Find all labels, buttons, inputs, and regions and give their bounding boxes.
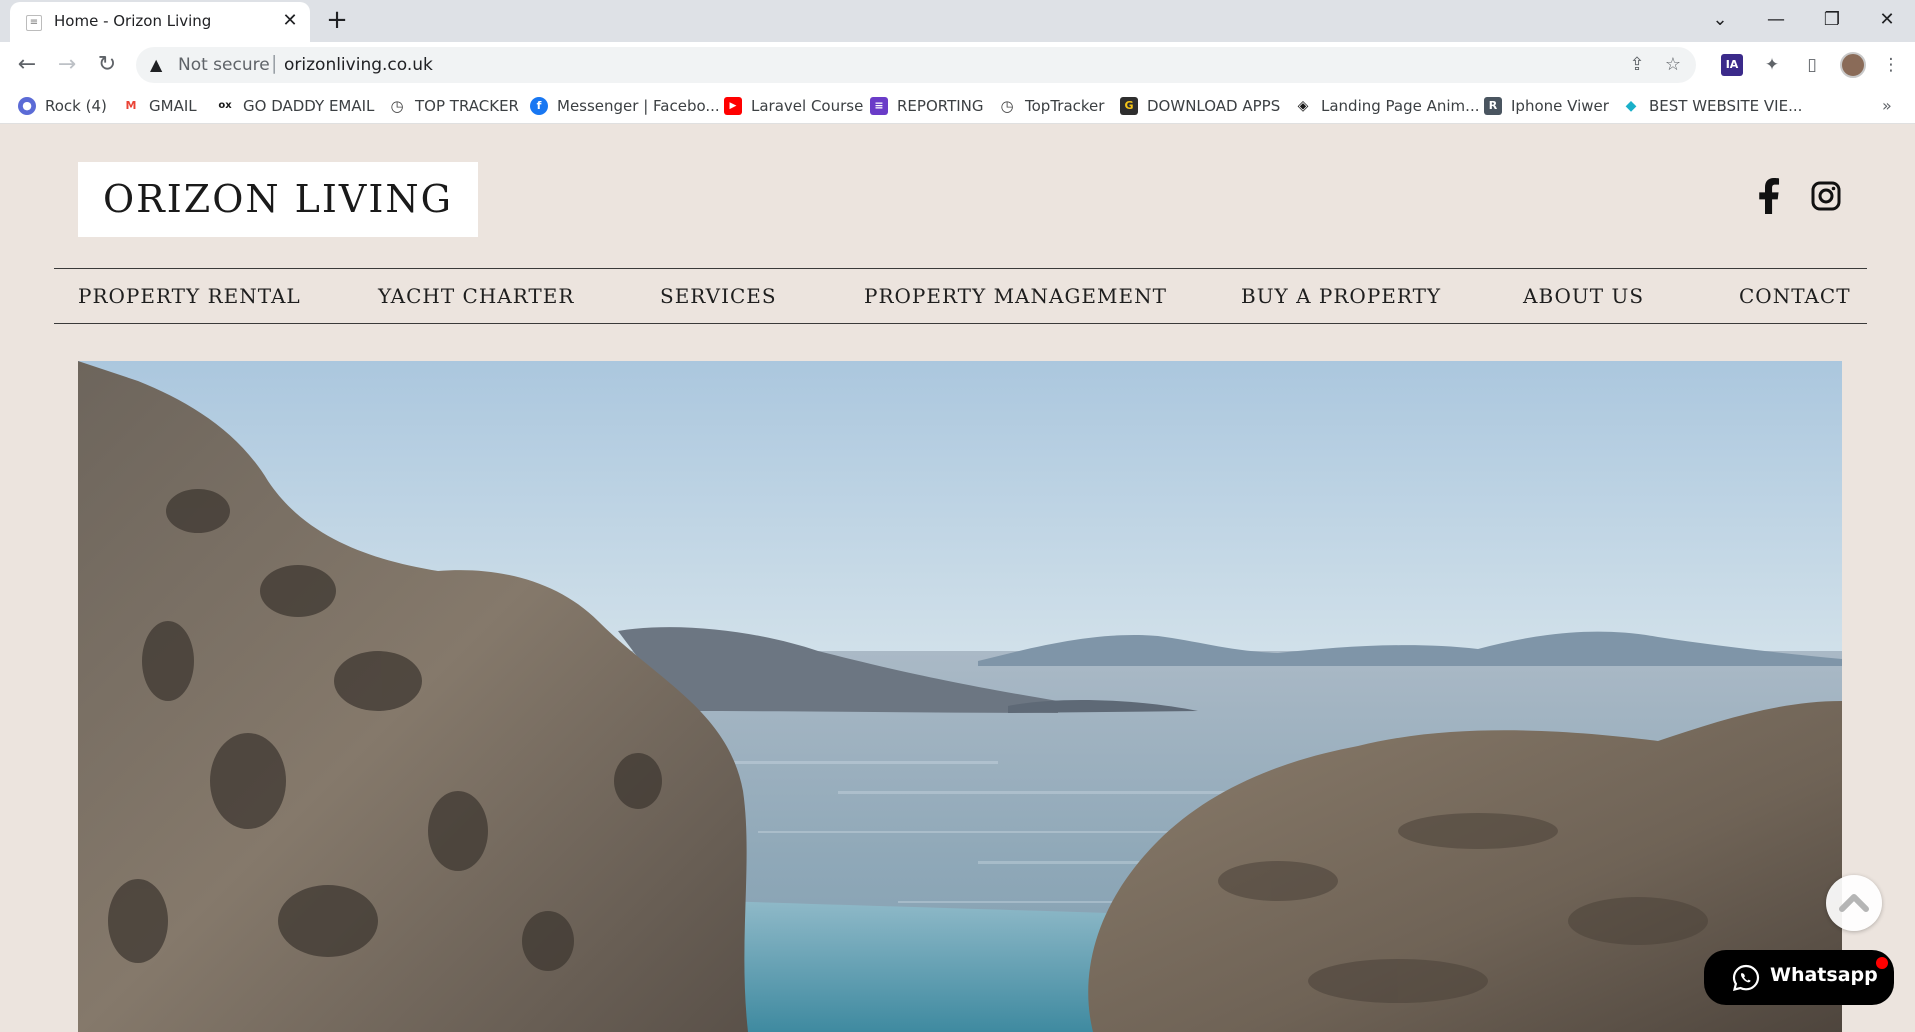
- profile-avatar[interactable]: [1840, 52, 1866, 78]
- hero-image: [78, 361, 1842, 1032]
- security-label[interactable]: Not secure: [178, 55, 270, 75]
- bookmarks-bar: ● Rock (4) M GMAIL ox GO DADDY EMAIL ◷ T…: [0, 88, 1915, 124]
- facebook-icon: f: [530, 97, 548, 115]
- share-icon[interactable]: ⇪: [1626, 54, 1648, 76]
- bookmark-item[interactable]: f Messenger | Facebo...: [530, 95, 720, 117]
- new-tab-button[interactable]: +: [322, 6, 352, 36]
- toptracker-icon: ◷: [388, 97, 406, 115]
- bookmark-item[interactable]: G DOWNLOAD APPS: [1120, 95, 1280, 117]
- bookmark-item[interactable]: ◷ TOP TRACKER: [388, 95, 519, 117]
- forward-button[interactable]: →: [50, 48, 84, 82]
- r-icon: R: [1484, 97, 1502, 115]
- nav-property-rental[interactable]: PROPERTY RENTAL: [78, 269, 301, 323]
- tab-close-icon[interactable]: ✕: [278, 9, 302, 33]
- bookmark-item[interactable]: M GMAIL: [122, 95, 197, 117]
- warning-icon[interactable]: ▲: [150, 55, 162, 74]
- scroll-to-top-button[interactable]: [1826, 875, 1882, 931]
- bookmark-item[interactable]: ox GO DADDY EMAIL: [216, 95, 374, 117]
- bookmark-item[interactable]: ◈ Landing Page Anim...: [1294, 95, 1479, 117]
- extensions-puzzle-icon[interactable]: ✦: [1759, 52, 1785, 78]
- address-bar[interactable]: ▲ Not secure | orizonliving.co.uk ⇪ ☆: [136, 47, 1696, 83]
- logo-text: ORIZON LIVING: [103, 177, 453, 221]
- browser-tab-active[interactable]: ≡ Home - Orizon Living ✕: [10, 2, 310, 42]
- toptracker-icon: ◷: [998, 97, 1016, 115]
- close-window-button[interactable]: ✕: [1859, 0, 1915, 40]
- browser-menu-icon[interactable]: ⋮: [1878, 52, 1904, 78]
- bookmark-item[interactable]: ◆ BEST WEBSITE VIE...: [1622, 95, 1802, 117]
- bookmark-item[interactable]: R Iphone Viwer: [1484, 95, 1609, 117]
- reload-button[interactable]: ↻: [90, 48, 124, 82]
- bookmark-item[interactable]: ▶ Laravel Course: [724, 95, 863, 117]
- url-separator: |: [271, 52, 278, 74]
- bookmarks-overflow-icon[interactable]: »: [1882, 96, 1892, 115]
- nav-services[interactable]: SERVICES: [660, 269, 777, 323]
- bookmark-star-icon[interactable]: ☆: [1662, 54, 1684, 76]
- bookmark-item[interactable]: ≡ REPORTING: [870, 95, 984, 117]
- nav-contact[interactable]: CONTACT: [1739, 269, 1851, 323]
- browser-toolbar: ← → ↻ ▲ Not secure | orizonliving.co.uk …: [0, 42, 1915, 88]
- bookmark-item[interactable]: ◷ TopTracker: [998, 95, 1104, 117]
- browser-tabstrip: ≡ Home - Orizon Living ✕ + ⌄ — ❐ ✕: [0, 0, 1915, 42]
- instagram-icon[interactable]: [1810, 180, 1842, 212]
- side-panel-icon[interactable]: ▯: [1799, 52, 1825, 78]
- youtube-icon: ▶: [724, 97, 742, 115]
- chevron-up-icon: [1839, 894, 1869, 912]
- codepen-icon: ◈: [1294, 97, 1312, 115]
- nav-property-management[interactable]: PROPERTY MANAGEMENT: [864, 269, 1167, 323]
- gmail-icon: M: [122, 97, 140, 115]
- page-favicon-icon: ≡: [26, 15, 42, 31]
- getintopc-icon: G: [1120, 97, 1138, 115]
- url-text[interactable]: orizonliving.co.uk: [284, 55, 433, 75]
- back-button[interactable]: ←: [10, 48, 44, 82]
- rock-icon: ●: [18, 97, 36, 115]
- godaddy-icon: ox: [216, 97, 234, 115]
- main-navigation: PROPERTY RENTAL YACHT CHARTER SERVICES P…: [54, 268, 1867, 324]
- nav-buy-a-property[interactable]: BUY A PROPERTY: [1241, 269, 1441, 323]
- tab-title: Home - Orizon Living: [54, 12, 212, 30]
- restore-button[interactable]: ❐: [1804, 0, 1860, 40]
- nav-yacht-charter[interactable]: YACHT CHARTER: [378, 269, 574, 323]
- responsive-icon: ◆: [1622, 97, 1640, 115]
- ia-extension-icon[interactable]: IA: [1721, 54, 1743, 76]
- tab-search-icon[interactable]: ⌄: [1692, 0, 1748, 40]
- nav-about-us[interactable]: ABOUT US: [1523, 269, 1644, 323]
- bookmark-item[interactable]: ● Rock (4): [18, 95, 107, 117]
- site-logo[interactable]: ORIZON LIVING: [78, 162, 478, 237]
- notification-dot: [1876, 957, 1888, 969]
- minimize-button[interactable]: —: [1748, 0, 1804, 40]
- facebook-icon[interactable]: [1756, 178, 1786, 214]
- whatsapp-button[interactable]: Whatsapp: [1704, 950, 1894, 1005]
- whatsapp-icon: [1732, 964, 1760, 992]
- forms-icon: ≡: [870, 97, 888, 115]
- whatsapp-label: Whatsapp: [1770, 964, 1878, 986]
